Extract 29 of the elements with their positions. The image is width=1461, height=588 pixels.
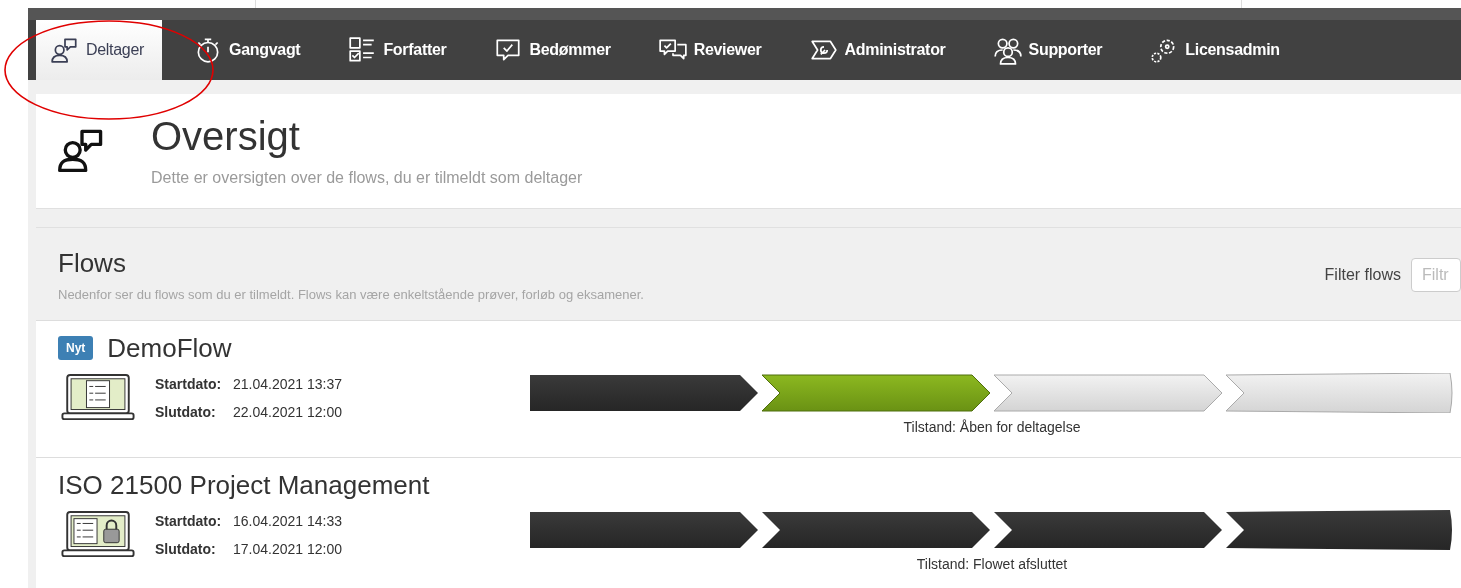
filter-label: Filter flows [1324,266,1401,284]
page-subtitle: Dette er oversigten over de flows, du er tilmeldt som deltager [151,169,583,187]
date-value: 22.04.2021 12:00 [233,404,342,420]
filter-field[interactable]: Filtr [1411,258,1461,292]
nav-tab[interactable]: Administrator [794,20,962,80]
nav-tab[interactable]: Gangvagt [179,20,317,80]
nav-tab[interactable]: Licensadmin [1135,20,1296,80]
date-label: Slutdato: [155,404,217,420]
flow-status: Tilstand: Åben for deltagelse [902,419,1082,435]
date-value: 16.04.2021 14:33 [233,513,342,529]
flow-name[interactable]: DemoFlow [107,332,232,364]
participant-icon [50,35,80,65]
date-label: Slutdato: [155,541,217,557]
nav-tab[interactable]: Forfatter [333,20,463,80]
section-title: Flows [58,248,127,279]
date-label: Startdato: [155,376,223,392]
flow-name[interactable]: ISO 21500 Project Management [58,469,430,501]
nav-tab[interactable]: Deltager [36,20,162,80]
date-value: 17.04.2021 12:00 [233,541,342,557]
nav-tab[interactable]: Reviewer [643,20,778,80]
nav-tab[interactable]: Supporter [978,20,1119,80]
nav-tab[interactable]: Bedømmer [479,20,627,80]
new-badge: Nyt [58,336,94,360]
people-icon [992,35,1023,65]
page-title: Oversigt [151,114,301,159]
flow-status: Tilstand: Flowet afsluttet [915,556,1069,572]
section-description: Nedenfor ser du flows som du er tilmeldt. Flows kan være enkeltstående prøver, forløb og eksamener. [58,287,644,302]
date-label: Startdato: [155,513,223,529]
date-value: 21.04.2021 13:37 [233,376,342,392]
